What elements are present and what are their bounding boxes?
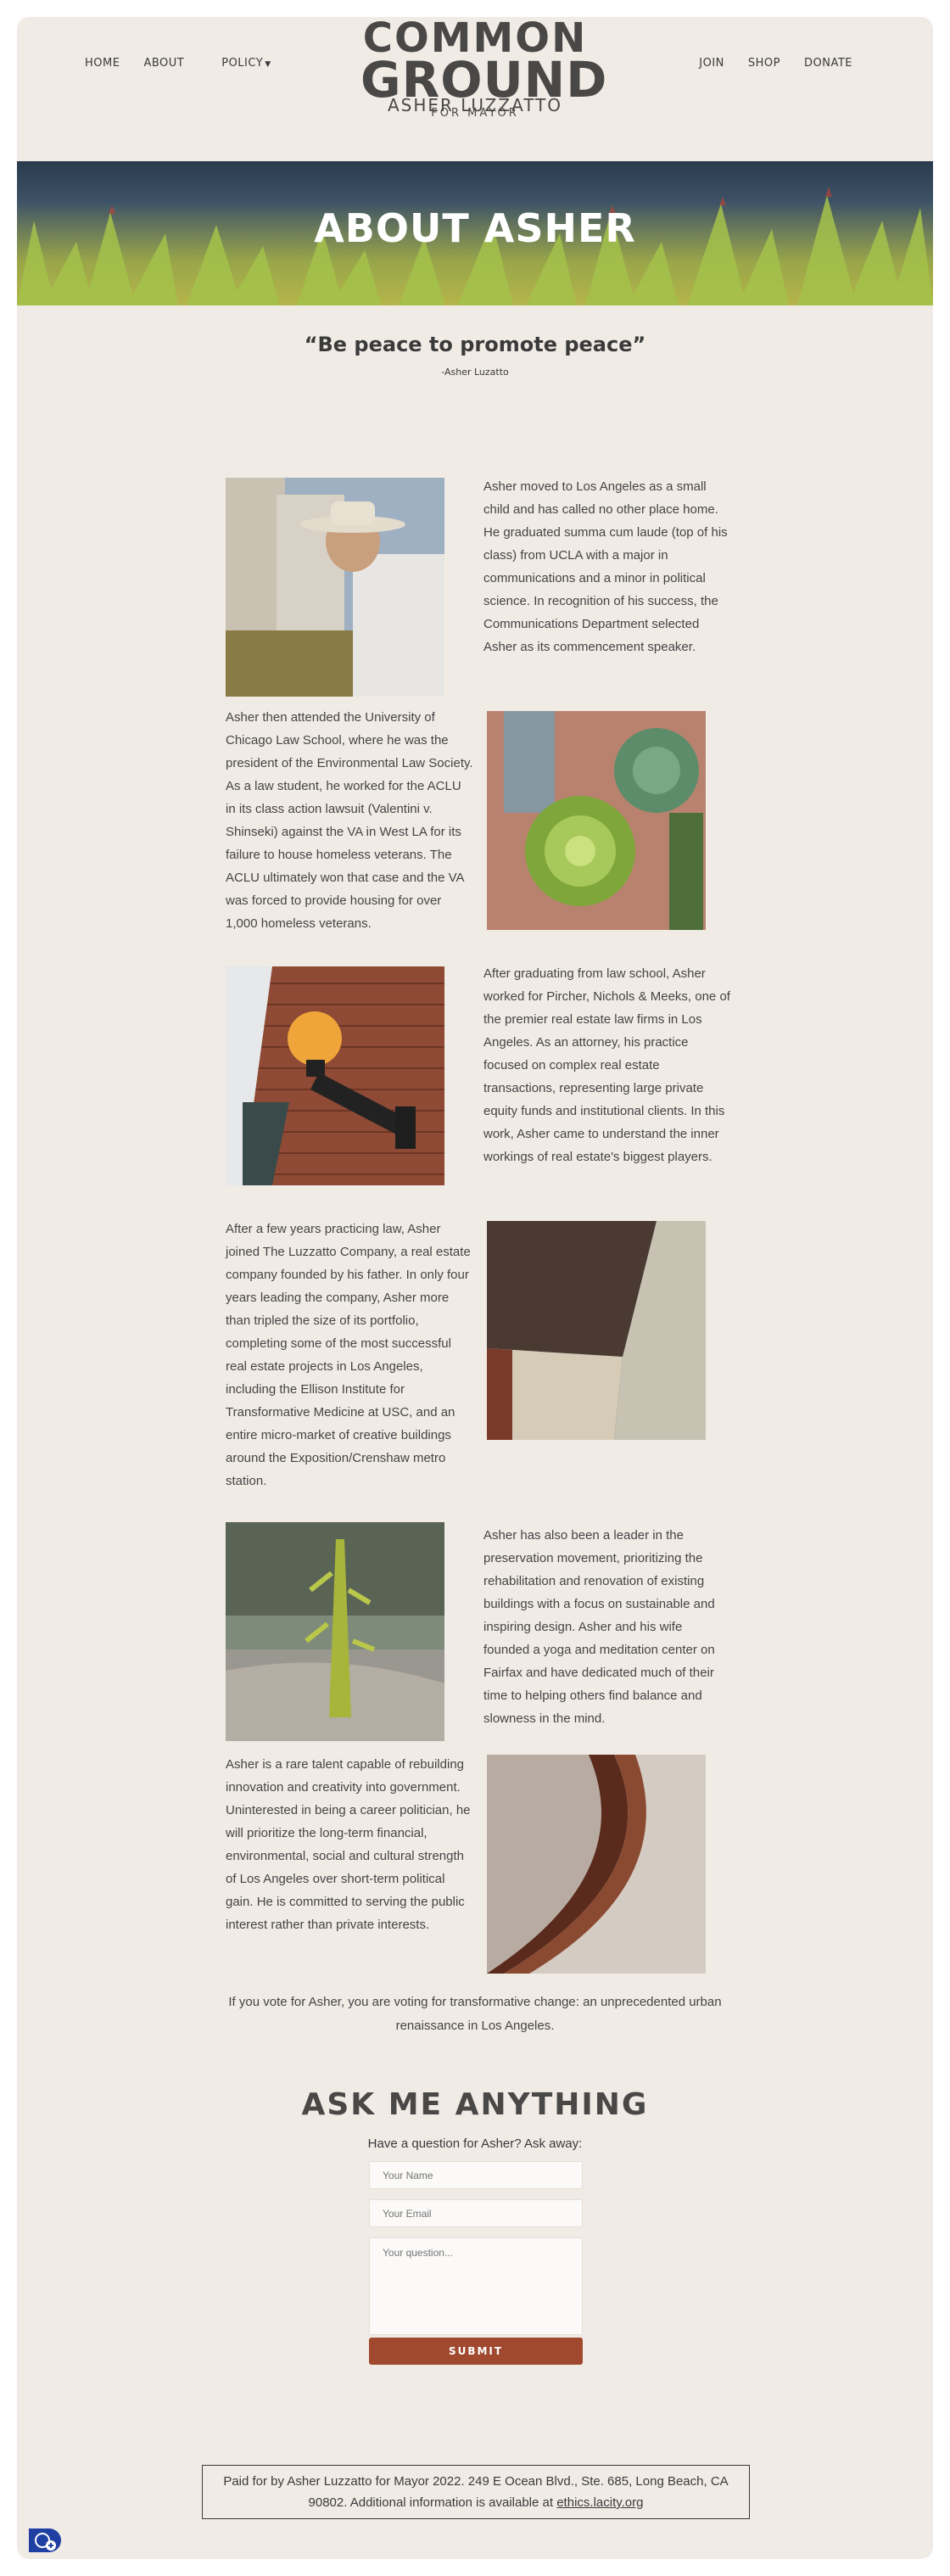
bio-paragraph-5: Asher has also been a leader in the pres… bbox=[483, 1528, 715, 1726]
photo-sprout bbox=[226, 1522, 444, 1741]
photo-asher-portrait bbox=[226, 478, 444, 697]
nav-left: HOME ABOUT POLICY ▼ bbox=[85, 57, 271, 70]
accessibility-icon bbox=[35, 2533, 56, 2551]
bio-paragraph-2: Asher then attended the University of Ch… bbox=[226, 710, 473, 931]
footer-ethics-link[interactable]: ethics.lacity.org bbox=[556, 2495, 643, 2510]
photo-building-eave bbox=[487, 1221, 706, 1440]
photo-mirror bbox=[487, 1755, 706, 1974]
name-input[interactable] bbox=[369, 2161, 583, 2189]
email-input[interactable] bbox=[369, 2199, 583, 2227]
nav-about[interactable]: ABOUT bbox=[143, 57, 184, 70]
nav-join[interactable]: JOIN bbox=[699, 57, 724, 70]
closing-statement: If you vote for Asher, you are voting fo… bbox=[228, 1995, 722, 2033]
accessibility-button[interactable] bbox=[29, 2528, 61, 2552]
bio-paragraph-3: After graduating from law school, Asher … bbox=[483, 966, 730, 1164]
nav-policy-label: POLICY bbox=[221, 57, 264, 70]
hero-banner: ABOUT ASHER bbox=[17, 161, 933, 305]
bio-paragraph-4: After a few years practicing law, Asher … bbox=[226, 1222, 471, 1488]
nav-donate[interactable]: DONATE bbox=[804, 57, 852, 70]
footer-text: Paid for by Asher Luzzatto for Mayor 202… bbox=[223, 2474, 729, 2510]
nav-shop[interactable]: SHOP bbox=[748, 57, 780, 70]
question-textarea[interactable] bbox=[369, 2237, 583, 2335]
hero-title: ABOUT ASHER bbox=[314, 205, 636, 251]
photo-brick-lamp bbox=[226, 966, 444, 1185]
page-container: HOME ABOUT POLICY ▼ COMMON GROUND ASHER L… bbox=[17, 17, 933, 2559]
nav-policy[interactable]: POLICY ▼ bbox=[221, 57, 271, 70]
caret-down-icon: ▼ bbox=[265, 60, 271, 69]
photo-succulents bbox=[487, 711, 706, 930]
form-subtitle: Have a question for Asher? Ask away: bbox=[367, 2136, 583, 2151]
footer-disclaimer: Paid for by Asher Luzzatto for Mayor 202… bbox=[202, 2465, 750, 2519]
quote-text: “Be peace to promote peace” bbox=[304, 333, 646, 356]
bio-paragraph-6: Asher is a rare talent capable of rebuil… bbox=[226, 1757, 471, 1932]
nav-right: JOIN SHOP DONATE bbox=[699, 57, 852, 70]
form-title: ASK ME ANYTHING bbox=[301, 2087, 649, 2122]
site-logo[interactable]: COMMON GROUND ASHER LUZZATTO FOR MAYOR bbox=[360, 18, 606, 146]
bio-paragraph-1: Asher moved to Los Angeles as a small ch… bbox=[483, 479, 728, 654]
site-header: HOME ABOUT POLICY ▼ COMMON GROUND ASHER L… bbox=[17, 17, 933, 161]
submit-button[interactable]: SUBMIT bbox=[369, 2338, 583, 2365]
nav-home[interactable]: HOME bbox=[85, 57, 120, 70]
quote-attribution: -Asher Luzatto bbox=[441, 367, 509, 378]
